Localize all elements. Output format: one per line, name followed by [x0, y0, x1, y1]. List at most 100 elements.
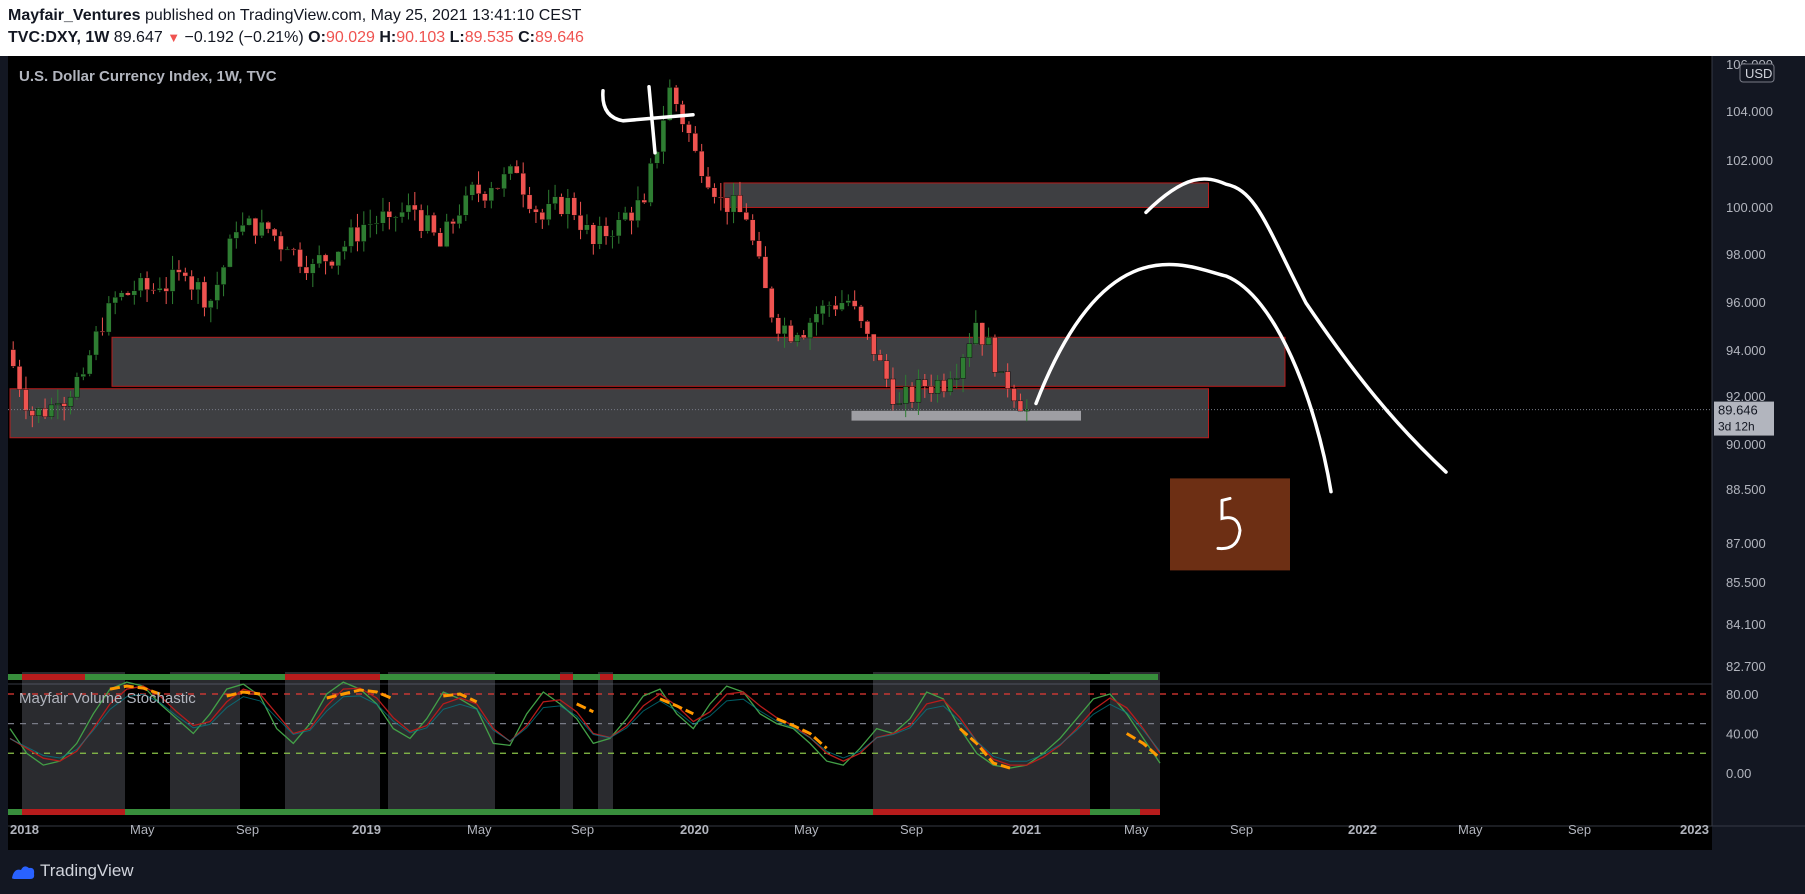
- price-tick-label: 94.000: [1726, 343, 1766, 358]
- time-tick-label: Sep: [1568, 822, 1591, 837]
- candle-body: [832, 304, 839, 310]
- candle-body: [469, 184, 475, 196]
- candle-body: [941, 379, 947, 392]
- close-value: 89.646: [535, 29, 584, 46]
- candle-body: [628, 212, 635, 221]
- candle-body: [711, 187, 718, 198]
- candle-body: [539, 212, 546, 220]
- candle-body: [169, 269, 176, 292]
- chart-canvas[interactable]: 106.000104.000102.000100.00098.00096.000…: [0, 56, 1805, 850]
- candle-body: [545, 203, 552, 220]
- candle-body: [392, 216, 399, 219]
- time-tick-label: May: [794, 822, 819, 837]
- candle-body: [42, 408, 48, 417]
- candle-body: [227, 238, 233, 268]
- candle-body: [979, 322, 985, 345]
- oscillator-shade: [873, 672, 1090, 812]
- candle-body: [329, 261, 335, 267]
- candle-body: [749, 219, 756, 241]
- candle-body: [361, 224, 367, 242]
- oscillator-tick-label: 80.00: [1726, 687, 1759, 702]
- candle-body: [813, 313, 820, 323]
- price-tick-label: 87.000: [1726, 536, 1766, 551]
- candle-body: [973, 322, 979, 344]
- oscillator-top-band-red: [22, 674, 85, 680]
- oscillator-bottom-band-red: [1140, 809, 1160, 815]
- price-change: −0.192 (−0.21%): [184, 29, 304, 46]
- annotation-box: [1170, 478, 1290, 571]
- candle-body: [616, 219, 622, 237]
- oscillator-shade: [560, 672, 573, 812]
- candle-body: [310, 263, 316, 274]
- candle-body: [55, 403, 61, 406]
- footer: TradingView: [0, 850, 1805, 894]
- price-tick-label: 98.000: [1726, 247, 1766, 262]
- candle-body: [431, 214, 437, 233]
- candle-body: [80, 373, 87, 377]
- candle-body: [386, 211, 393, 218]
- candle-body: [48, 404, 55, 417]
- candle-body: [800, 334, 807, 339]
- candle-body: [839, 302, 845, 310]
- author-name[interactable]: Mayfair_Ventures: [8, 7, 141, 24]
- candle-body: [788, 325, 794, 342]
- candle-body: [316, 254, 322, 264]
- candle-body: [603, 225, 609, 237]
- candle-body: [826, 304, 832, 307]
- time-tick-label: 2022: [1348, 822, 1377, 837]
- oscillator-top-band: [8, 674, 1158, 680]
- price-tick-label: 102.000: [1726, 153, 1773, 168]
- candle-body: [820, 305, 826, 315]
- candle-body: [533, 208, 539, 213]
- candle-body: [456, 215, 463, 225]
- down-arrow-icon: ▼: [167, 30, 181, 45]
- candle-body: [303, 266, 310, 274]
- candle-body: [558, 196, 565, 215]
- candle-body: [609, 235, 616, 238]
- candle-body: [520, 172, 526, 196]
- candle-body: [514, 165, 520, 174]
- candle-body: [195, 281, 201, 291]
- candle-body: [106, 302, 112, 333]
- candle-body: [399, 211, 405, 218]
- low-label: L:: [449, 29, 465, 46]
- candle-body: [571, 197, 577, 216]
- candle-body: [794, 334, 801, 342]
- oscillator-top-band-red: [600, 674, 613, 680]
- candle-body: [596, 225, 603, 245]
- candle-body: [112, 296, 118, 304]
- candle-body: [297, 249, 303, 268]
- candle-body: [163, 288, 169, 292]
- candle-body: [220, 266, 227, 285]
- tradingview-logo-icon: [12, 866, 35, 879]
- candle-body: [412, 204, 418, 211]
- candle-body: [137, 277, 144, 291]
- price-tick-label: 104.000: [1726, 104, 1773, 119]
- oscillator-shade: [388, 672, 495, 812]
- time-tick-label: May: [1124, 822, 1149, 837]
- candle-body: [271, 228, 278, 237]
- candle-body: [201, 281, 208, 308]
- last-price: 89.647: [113, 29, 163, 46]
- high-label: H:: [379, 29, 397, 46]
- candle-body: [99, 330, 106, 333]
- price-tick-label: 100.000: [1726, 200, 1773, 215]
- chart-title: U.S. Dollar Currency Index, 1W, TVC: [19, 68, 277, 85]
- candle-body: [622, 212, 628, 220]
- candle-body: [960, 357, 966, 379]
- candle-body: [775, 317, 781, 335]
- candle-body: [890, 378, 896, 405]
- low-value: 89.535: [464, 29, 514, 46]
- candle-body: [845, 300, 852, 304]
- candle-body: [743, 212, 750, 220]
- candle-body: [290, 248, 297, 251]
- candle-body: [405, 204, 412, 213]
- candle-body: [781, 325, 788, 335]
- candle-body: [998, 371, 1005, 373]
- oscillator-tick-label: 0.00: [1726, 766, 1751, 781]
- candle-body: [635, 199, 641, 221]
- candle-body: [322, 254, 329, 262]
- countdown-label: 3d 12h: [1718, 420, 1755, 434]
- symbol-label[interactable]: TVC:DXY, 1W: [8, 29, 109, 46]
- candle-body: [86, 354, 93, 375]
